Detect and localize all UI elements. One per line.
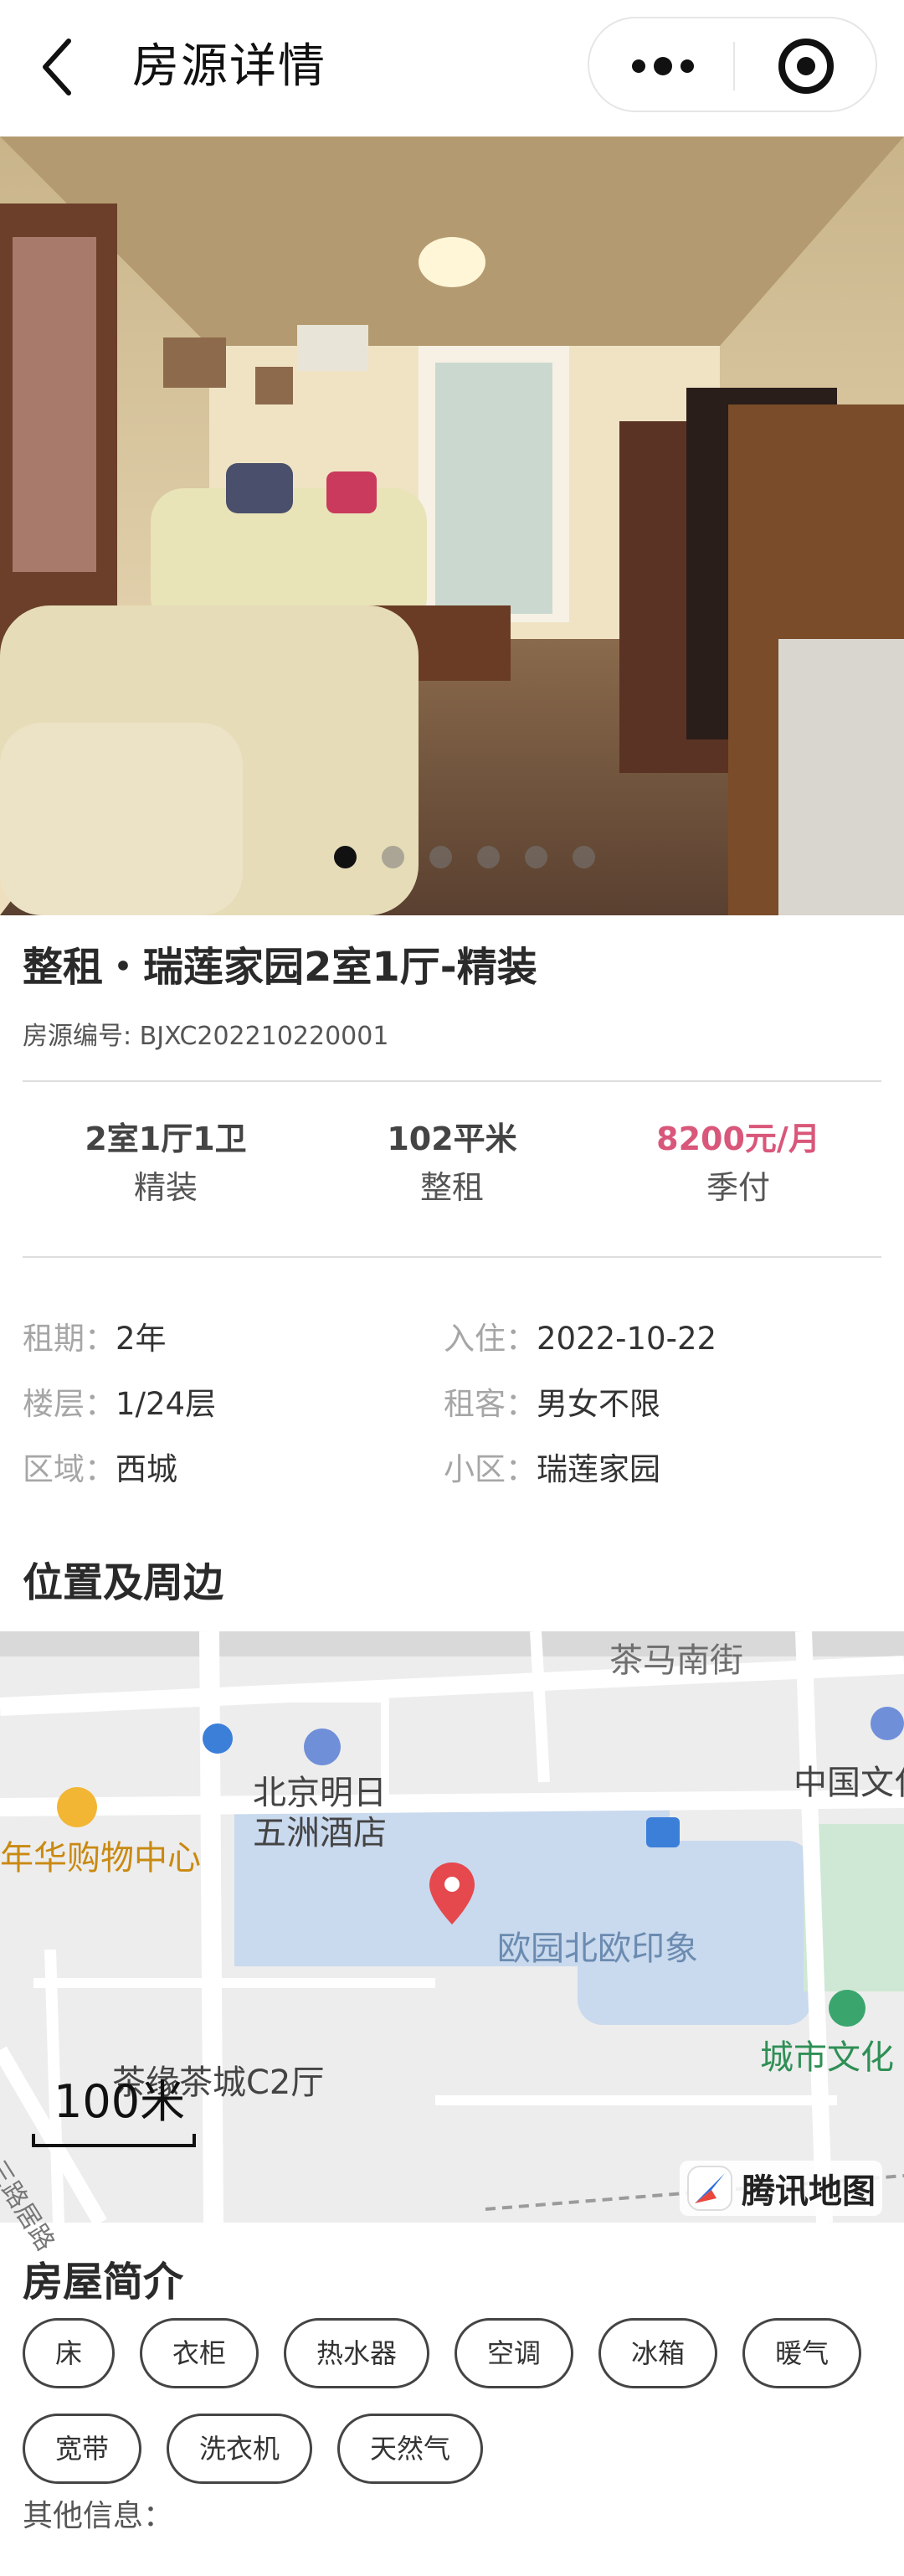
info-row: 区域：西城 小区：瑞莲家园 — [23, 1437, 881, 1502]
carousel-indicators — [0, 846, 904, 871]
info-value: 1/24层 — [116, 1386, 217, 1422]
info-district: 区域：西城 — [23, 1449, 444, 1491]
map-scale-label: 100米 — [54, 2075, 186, 2128]
info-lease: 租期：2年 — [23, 1318, 444, 1360]
info-value: 男女不限 — [537, 1386, 660, 1422]
amenity-tag: 床 — [23, 2318, 116, 2388]
map-scale-bar — [32, 2134, 196, 2147]
amenity-tag: 天然气 — [337, 2414, 484, 2484]
stat-price: 8200元/月 季付 — [595, 1114, 881, 1223]
close-miniapp-button[interactable] — [778, 39, 834, 94]
carousel-dot[interactable] — [429, 846, 452, 868]
page-title: 房源详情 — [132, 39, 326, 94]
amenity-tag: 暖气 — [742, 2318, 862, 2388]
more-dots-icon-center — [654, 57, 672, 75]
house-photo-carousel[interactable] — [0, 137, 904, 915]
amenity-tag: 洗衣机 — [167, 2414, 313, 2484]
living-room-photo — [0, 137, 904, 915]
divider — [23, 1256, 881, 1258]
info-checkin: 入住：2022-10-22 — [444, 1318, 865, 1360]
stat-layout: 2室1厅1卫 精装 — [23, 1114, 309, 1223]
intro-section-title: 房屋简介 — [23, 2259, 184, 2306]
capsule-divider — [733, 42, 735, 90]
house-title: 整租・瑞莲家园2室1厅-精装 — [23, 944, 537, 991]
info-row: 楼层：1/24层 租客：男女不限 — [23, 1372, 881, 1437]
info-key: 小区： — [444, 1451, 537, 1487]
more-dots-icon-right — [681, 59, 694, 73]
info-key: 楼层： — [23, 1386, 116, 1422]
info-tenant: 租客：男女不限 — [444, 1383, 865, 1425]
carousel-dot[interactable] — [382, 846, 404, 868]
location-pin-icon — [429, 1862, 475, 1924]
more-menu-button[interactable] — [628, 44, 698, 89]
stat-value: 102平米 — [387, 1121, 517, 1157]
info-key: 租期： — [23, 1321, 116, 1357]
map-label-street: 茶马南街 — [609, 1641, 743, 1680]
amenity-tag: 冰箱 — [598, 2318, 718, 2388]
chevron-left-icon — [43, 39, 71, 95]
map-label-hotel: 北京明日 — [253, 1774, 387, 1812]
divider — [23, 1080, 881, 1082]
carousel-dot[interactable] — [334, 846, 357, 868]
amenity-tag: 宽带 — [23, 2414, 142, 2484]
amenity-tag: 空调 — [455, 2318, 574, 2388]
nav-bar: 房源详情 — [0, 0, 904, 137]
more-dots-icon — [632, 59, 645, 73]
carousel-dot[interactable] — [477, 846, 500, 868]
info-key: 租客： — [444, 1386, 537, 1422]
stat-value-price: 8200元/月 — [656, 1121, 820, 1157]
info-key: 入住： — [444, 1321, 537, 1357]
info-key: 区域： — [23, 1451, 116, 1487]
stat-value: 2室1厅1卫 — [85, 1121, 247, 1157]
house-code: 房源编号: BJXC202210220001 — [23, 1022, 389, 1051]
map-label-culture: 中国文化 — [794, 1764, 904, 1802]
stat-sub: 精装 — [133, 1169, 198, 1206]
amenity-tag: 热水器 — [284, 2318, 430, 2388]
location-section-title: 位置及周边 — [23, 1559, 224, 1606]
map-label-hotel-line2: 五洲酒店 — [253, 1814, 387, 1852]
stat-area: 102平米 整租 — [309, 1114, 595, 1223]
amenity-tag: 衣柜 — [140, 2318, 259, 2388]
map-label-community: 欧园北欧印象 — [497, 1929, 698, 1968]
stat-sub: 整租 — [419, 1169, 484, 1206]
house-stats: 2室1厅1卫 精装 102平米 整租 8200元/月 季付 — [23, 1114, 881, 1223]
info-value: 2022-10-22 — [537, 1321, 717, 1357]
tencent-map-logo-icon — [687, 2166, 732, 2211]
map-provider-name: 腾讯地图 — [742, 2172, 876, 2211]
info-value: 西城 — [116, 1451, 177, 1487]
map-provider-badge: 腾讯地图 — [680, 2161, 882, 2216]
back-button[interactable] — [40, 35, 90, 99]
info-value: 瑞莲家园 — [537, 1451, 660, 1487]
house-info-grid: 租期：2年 入住：2022-10-22 楼层：1/24层 租客：男女不限 区域：… — [23, 1306, 881, 1502]
map-label-city-culture: 城市文化 — [760, 2038, 894, 2077]
carousel-dot[interactable] — [573, 846, 595, 868]
info-row: 租期：2年 入住：2022-10-22 — [23, 1306, 881, 1372]
map-label-mall: 年华购物中心 — [0, 1839, 201, 1878]
carousel-dot[interactable] — [525, 846, 547, 868]
amenity-tags: 床衣柜 热水器 空调 冰箱 暖气宽带 洗衣机 天然气 — [23, 2318, 885, 2484]
other-info-label: 其他信息： — [23, 2499, 174, 2533]
stat-sub: 季付 — [706, 1169, 770, 1206]
info-value: 2年 — [116, 1321, 167, 1357]
info-floor: 楼层：1/24层 — [23, 1383, 444, 1425]
miniapp-capsule — [588, 17, 877, 112]
info-community: 小区：瑞莲家园 — [444, 1449, 865, 1491]
